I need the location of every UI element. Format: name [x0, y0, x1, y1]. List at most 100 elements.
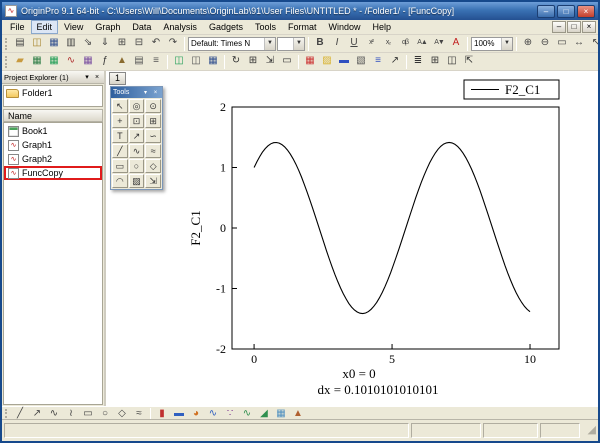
open-excel-button[interactable]: ◫	[171, 54, 187, 69]
project-item-graph2[interactable]: ∿ Graph2	[4, 152, 102, 166]
mdi-close-button[interactable]: ×	[582, 21, 596, 33]
italic-button[interactable]: I	[329, 36, 345, 51]
menu-analysis[interactable]: Analysis	[157, 20, 203, 34]
toolbar-grip[interactable]	[5, 37, 8, 50]
rectangle-tool[interactable]: ▭	[112, 159, 128, 173]
pointer-tool[interactable]: ↖	[112, 99, 128, 113]
new-workbook-button[interactable]: ▦	[29, 54, 45, 69]
underline-button[interactable]: U	[346, 36, 362, 51]
rescale-button[interactable]: ↔	[571, 36, 587, 51]
arrow-style-button[interactable]: ↗	[387, 54, 403, 69]
zoom-combo[interactable]: 100% ▼	[471, 36, 513, 51]
chevron-down-icon[interactable]: ▾	[141, 89, 150, 96]
menu-window[interactable]: Window	[323, 20, 367, 34]
decrease-font-button[interactable]: A▼	[431, 36, 447, 51]
layer-button[interactable]: 1	[109, 72, 126, 85]
arrow-tool[interactable]: ↗	[128, 129, 145, 143]
chevron-down-icon[interactable]: ▾	[82, 73, 92, 81]
import-ascii-button[interactable]: ⇓	[97, 36, 113, 51]
data-reader-tool[interactable]: +	[112, 114, 128, 128]
add-layer-button[interactable]: ⊞	[427, 54, 443, 69]
menu-edit[interactable]: Edit	[30, 20, 59, 34]
close-icon[interactable]: ×	[151, 90, 160, 96]
line-color-button[interactable]: ▬	[336, 54, 352, 69]
menu-format[interactable]: Format	[282, 20, 323, 34]
project-item-book1[interactable]: Book1	[4, 124, 102, 138]
font-size-combo[interactable]: ▼	[277, 36, 305, 51]
new-graph-button[interactable]: ∿	[63, 54, 79, 69]
polyline-tool[interactable]: ∿	[128, 144, 145, 158]
circle-tool[interactable]: ○	[128, 159, 145, 173]
zoom-in-tool[interactable]: ◎	[128, 99, 145, 113]
name-column-header[interactable]: Name	[3, 109, 103, 122]
greek-button[interactable]: αβ	[397, 36, 413, 51]
menu-gadgets[interactable]: Gadgets	[203, 20, 249, 34]
increase-font-button[interactable]: A▲	[414, 36, 430, 51]
line-style-button[interactable]: ≡	[370, 54, 386, 69]
font-color-button[interactable]: A	[448, 36, 464, 51]
new-excel-button[interactable]: ▦	[46, 54, 62, 69]
copy-button[interactable]: ⊞	[114, 36, 130, 51]
title-bar[interactable]: ∿ OriginPro 9.1 64-bit - C:\Users\Will\D…	[2, 2, 598, 20]
resize-grip[interactable]: ◢	[582, 423, 596, 438]
chevron-down-icon[interactable]: ▼	[501, 37, 512, 50]
menu-tools[interactable]: Tools	[249, 20, 282, 34]
menu-graph[interactable]: Graph	[89, 20, 126, 34]
mdi-restore-button[interactable]: □	[567, 21, 581, 33]
paste-button[interactable]: ⊟	[131, 36, 147, 51]
chevron-down-icon[interactable]: ▼	[293, 37, 304, 50]
y-axis-label[interactable]: F2_C1	[188, 210, 203, 245]
zoom-out-button[interactable]: ⊖	[537, 36, 553, 51]
open-button[interactable]: ◫	[29, 36, 45, 51]
new-matrix-button[interactable]: ▦	[80, 54, 96, 69]
close-icon[interactable]: ×	[92, 74, 102, 81]
duplicate-window-button[interactable]: ⊞	[245, 54, 261, 69]
maximize-button[interactable]: □	[557, 4, 575, 18]
pointer-button[interactable]: ↖	[588, 36, 598, 51]
save-project-button[interactable]: ▦	[46, 36, 62, 51]
tools-palette-header[interactable]: Tools ▾ ×	[111, 87, 162, 98]
polygon-tool[interactable]: ◇	[145, 159, 161, 173]
color-palette-button[interactable]: ▦	[302, 54, 318, 69]
new-project-button[interactable]: ▤	[12, 36, 28, 51]
project-item-graph1[interactable]: ∿ Graph1	[4, 138, 102, 152]
menu-view[interactable]: View	[58, 20, 89, 34]
folder-item-folder1[interactable]: Folder1	[6, 88, 100, 98]
text-tool[interactable]: T	[112, 129, 128, 143]
rescale-layers-button[interactable]: ⇲	[262, 54, 278, 69]
mdi-minimize-button[interactable]: –	[552, 21, 566, 33]
print-button[interactable]: ▥	[63, 36, 79, 51]
data-curve[interactable]	[253, 141, 531, 315]
annotation-x0[interactable]: x0 = 0	[342, 366, 375, 381]
refresh-button[interactable]: ↻	[228, 54, 244, 69]
bold-button[interactable]: B	[312, 36, 328, 51]
close-button[interactable]: ×	[577, 4, 595, 18]
new-3d-graph-button[interactable]: ▲	[114, 54, 130, 69]
menu-file[interactable]: File	[4, 20, 31, 34]
line-tool[interactable]: ╱	[112, 144, 128, 158]
fit-page-button[interactable]: ▭	[279, 54, 295, 69]
pattern-button[interactable]: ▧	[353, 54, 369, 69]
merge-graph-button[interactable]: ◫	[444, 54, 460, 69]
toolbar-grip[interactable]	[5, 55, 8, 68]
import-wizard-button[interactable]: ⇘	[80, 36, 96, 51]
undo-button[interactable]: ↶	[148, 36, 164, 51]
new-notes-button[interactable]: ≡	[148, 54, 164, 69]
mask-tool[interactable]: ⊞	[145, 114, 161, 128]
project-explorer-header[interactable]: Project Explorer (1) ▾ ×	[2, 71, 104, 84]
menu-data[interactable]: Data	[126, 20, 157, 34]
curved-arrow-tool[interactable]: ∽	[145, 129, 161, 143]
fill-area-tool[interactable]: ▨	[128, 174, 145, 188]
chevron-down-icon[interactable]: ▼	[264, 37, 275, 50]
open-template-button[interactable]: ◫	[188, 54, 204, 69]
save-template-button[interactable]: ▦	[205, 54, 221, 69]
new-layout-button[interactable]: ▤	[131, 54, 147, 69]
freehand-tool[interactable]: ≈	[145, 144, 161, 158]
menu-help[interactable]: Help	[367, 20, 398, 34]
extract-graph-button[interactable]: ⇱	[461, 54, 477, 69]
project-item-funccopy[interactable]: ∿ FuncCopy	[4, 166, 102, 180]
layer-management-button[interactable]: ≣	[410, 54, 426, 69]
redo-button[interactable]: ↷	[165, 36, 181, 51]
rescale-tool[interactable]: ⇲	[145, 174, 161, 188]
subscript-button[interactable]: x₂	[380, 36, 396, 51]
